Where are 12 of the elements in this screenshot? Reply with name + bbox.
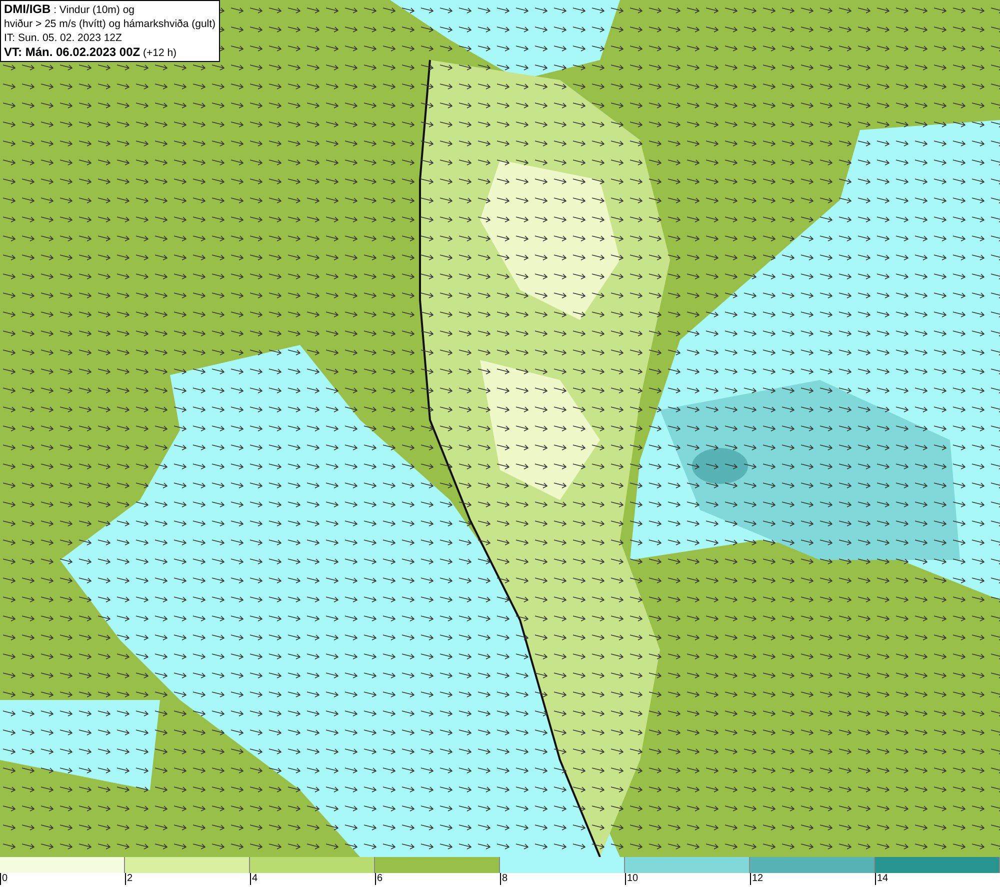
legend-tick-label: 0 [0,873,8,885]
legend-tick-label: 2 [125,873,133,885]
legend-tick-label: 14 [875,873,888,885]
info-line: hviður > 25 m/s (hvítt) og hámarkshviða (gult) [4,17,216,31]
info-line: VT: Mán. 06.02.2023 00Z (+12 h) [4,45,178,60]
info-line: IT: Sun. 05. 02. 2023 12Z [4,31,123,45]
legend-tick-label: 6 [375,873,383,885]
legend-tick-label: 10 [625,873,638,885]
legend-tick-label: 8 [500,873,508,885]
legend-tick-label: 4 [250,873,258,885]
legend-tick-label: 12 [750,873,764,885]
info-line: DMI/IGB : Vindur (10m) og [4,2,136,17]
